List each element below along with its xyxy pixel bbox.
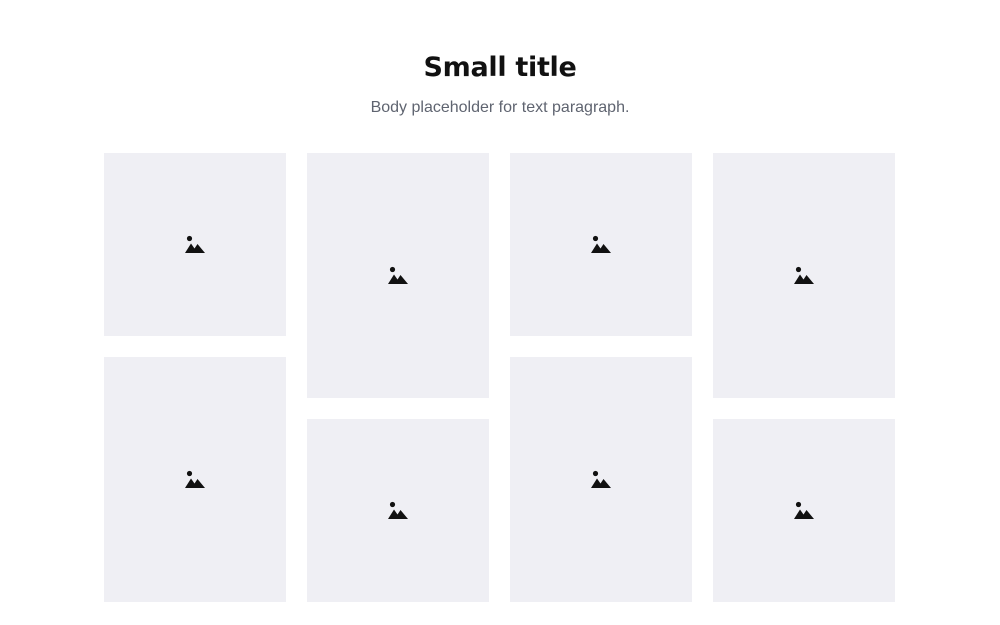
gallery-image-placeholder[interactable] [713,419,895,602]
image-gallery [104,153,896,602]
gallery-image-placeholder[interactable] [104,153,286,336]
gallery-image-placeholder[interactable] [307,153,489,398]
gallery-column [510,153,692,602]
gallery-column [307,153,489,602]
image-icon [794,501,814,519]
image-icon [591,470,611,488]
image-icon [185,470,205,488]
image-icon [388,266,408,284]
page-title: Small title [423,52,577,83]
gallery-image-placeholder[interactable] [307,419,489,602]
gallery-column [104,153,286,602]
image-icon [591,235,611,253]
image-icon [794,266,814,284]
gallery-image-placeholder[interactable] [104,357,286,602]
gallery-column [713,153,895,602]
page-subtitle: Body placeholder for text paragraph. [370,99,630,116]
image-icon [185,235,205,253]
gallery-image-placeholder[interactable] [510,153,692,336]
image-icon [388,501,408,519]
gallery-image-placeholder[interactable] [713,153,895,398]
gallery-image-placeholder[interactable] [510,357,692,602]
page: Small title Body placeholder for text pa… [0,0,1000,625]
